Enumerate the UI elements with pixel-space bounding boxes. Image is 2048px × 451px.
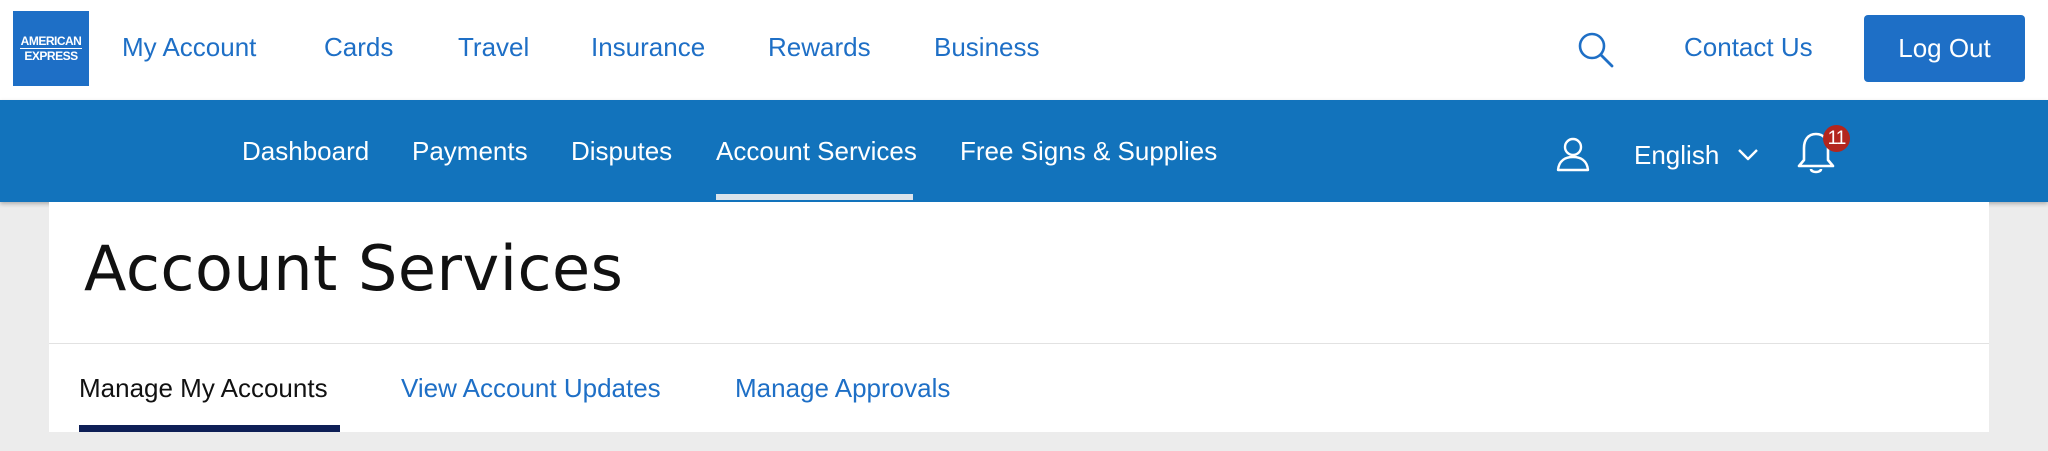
subnav-dashboard[interactable]: Dashboard <box>242 136 369 167</box>
tab-manage-my-accounts[interactable]: Manage My Accounts <box>79 373 328 404</box>
log-out-button[interactable]: Log Out <box>1864 15 2025 82</box>
profile-button[interactable] <box>1555 136 1591 172</box>
subnav-free-signs-supplies[interactable]: Free Signs & Supplies <box>960 136 1217 167</box>
subnav-disputes[interactable]: Disputes <box>571 136 672 167</box>
notification-count-badge: 11 <box>1823 125 1850 152</box>
contact-us-link[interactable]: Contact Us <box>1684 32 1813 63</box>
nav-my-account[interactable]: My Account <box>122 32 256 63</box>
user-icon <box>1556 137 1590 172</box>
nav-rewards[interactable]: Rewards <box>768 32 871 63</box>
chevron-down-icon <box>1738 149 1759 161</box>
language-select[interactable]: English <box>1634 138 1759 172</box>
subnav-payments[interactable]: Payments <box>412 136 528 167</box>
tab-view-account-updates[interactable]: View Account Updates <box>401 373 661 404</box>
subnav-account-services[interactable]: Account Services <box>716 136 917 167</box>
nav-insurance[interactable]: Insurance <box>591 32 705 63</box>
search-button[interactable] <box>1576 30 1616 70</box>
secondary-nav: Dashboard Payments Disputes Account Serv… <box>0 100 2048 202</box>
logo-line-1: AMERICAN <box>19 34 83 49</box>
search-icon <box>1578 32 1614 68</box>
nav-business[interactable]: Business <box>934 32 1040 63</box>
top-header: AMERICAN EXPRESS My Account Cards Travel… <box>0 0 2048 100</box>
nav-travel[interactable]: Travel <box>458 32 529 63</box>
active-subnav-indicator <box>716 194 913 200</box>
tab-manage-approvals[interactable]: Manage Approvals <box>735 373 950 404</box>
amex-logo[interactable]: AMERICAN EXPRESS <box>13 11 89 86</box>
divider <box>49 343 1989 344</box>
active-tab-indicator <box>79 425 340 432</box>
page-title: Account Services <box>84 232 624 305</box>
account-services-card: Account Services Manage My Accounts View… <box>49 202 1989 432</box>
language-value: English <box>1634 139 1720 170</box>
nav-cards[interactable]: Cards <box>324 32 393 63</box>
logo-line-2: EXPRESS <box>24 49 78 63</box>
